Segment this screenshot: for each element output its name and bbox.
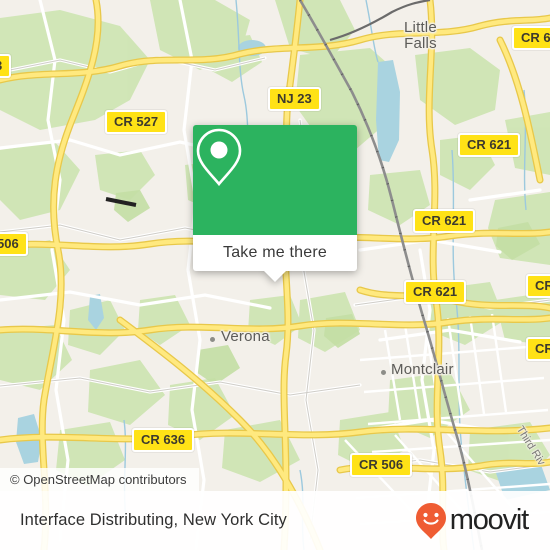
osm-attribution[interactable]: © OpenStreetMap contributors: [0, 468, 199, 491]
take-me-there-button[interactable]: Take me there: [193, 235, 357, 271]
road-shield-cr-621-south[interactable]: CR 621: [404, 280, 467, 304]
map-screen: Little Falls Verona Montclair CR 527 NJ …: [0, 0, 550, 550]
road-shield-cr-621-north[interactable]: CR 621: [458, 133, 521, 157]
map-canvas[interactable]: Little Falls Verona Montclair CR 527 NJ …: [0, 0, 550, 550]
moovit-pin-icon: [415, 502, 446, 539]
road-shield-cr-right-upper[interactable]: CR: [526, 274, 550, 298]
take-me-there-label: Take me there: [223, 244, 327, 261]
moovit-wordmark: moovit: [449, 504, 529, 536]
page-title: Interface Distributing, New York City: [20, 511, 287, 529]
popup-tail: [264, 271, 286, 282]
road-shield-cr-621-corner[interactable]: CR 621: [512, 26, 550, 50]
place-dot-verona: [210, 337, 215, 342]
place-dot-montclair: [381, 370, 386, 375]
road-shield-cr-right-lower[interactable]: CR: [526, 337, 550, 361]
place-label-little-falls: Little Falls: [404, 19, 437, 52]
road-shield-cr-527[interactable]: CR 527: [105, 110, 168, 134]
popup-pin-area: [193, 125, 357, 235]
place-label-verona: Verona: [221, 328, 270, 345]
road-shield-3-left[interactable]: 3: [0, 54, 12, 78]
moovit-logo[interactable]: moovit: [414, 501, 529, 541]
osm-attribution-label: © OpenStreetMap contributors: [10, 472, 187, 487]
map-pin-icon: [196, 128, 242, 187]
road-shield-nj-23[interactable]: NJ 23: [268, 87, 321, 111]
road-shield-506-left[interactable]: 506: [0, 232, 28, 256]
destination-popup-card[interactable]: Take me there: [193, 125, 357, 282]
road-shield-cr-621-mid[interactable]: CR 621: [413, 209, 476, 233]
footer-bar: Interface Distributing, New York City mo…: [0, 491, 550, 550]
road-shield-cr-506-bottom[interactable]: CR 506: [350, 453, 413, 477]
place-label-montclair: Montclair: [391, 361, 454, 378]
road-shield-cr-636[interactable]: CR 636: [132, 428, 195, 452]
